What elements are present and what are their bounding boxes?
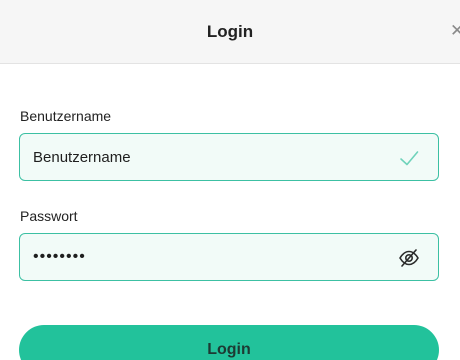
login-dialog: Login ✕ Benutzername Passwort Login (0, 0, 460, 360)
dialog-title: Login (206, 21, 254, 41)
username-input[interactable] (20, 134, 438, 180)
close-icon[interactable]: ✕ (450, 22, 460, 40)
check-icon (400, 151, 419, 166)
eye-off-icon[interactable] (398, 247, 420, 269)
dialog-header: Login ✕ (0, 0, 460, 64)
password-field (19, 233, 439, 281)
password-input[interactable] (20, 234, 438, 280)
username-field (19, 133, 439, 181)
password-label: Passwort (20, 208, 78, 224)
username-label: Benutzername (20, 108, 112, 124)
login-button[interactable]: Login (19, 325, 439, 360)
